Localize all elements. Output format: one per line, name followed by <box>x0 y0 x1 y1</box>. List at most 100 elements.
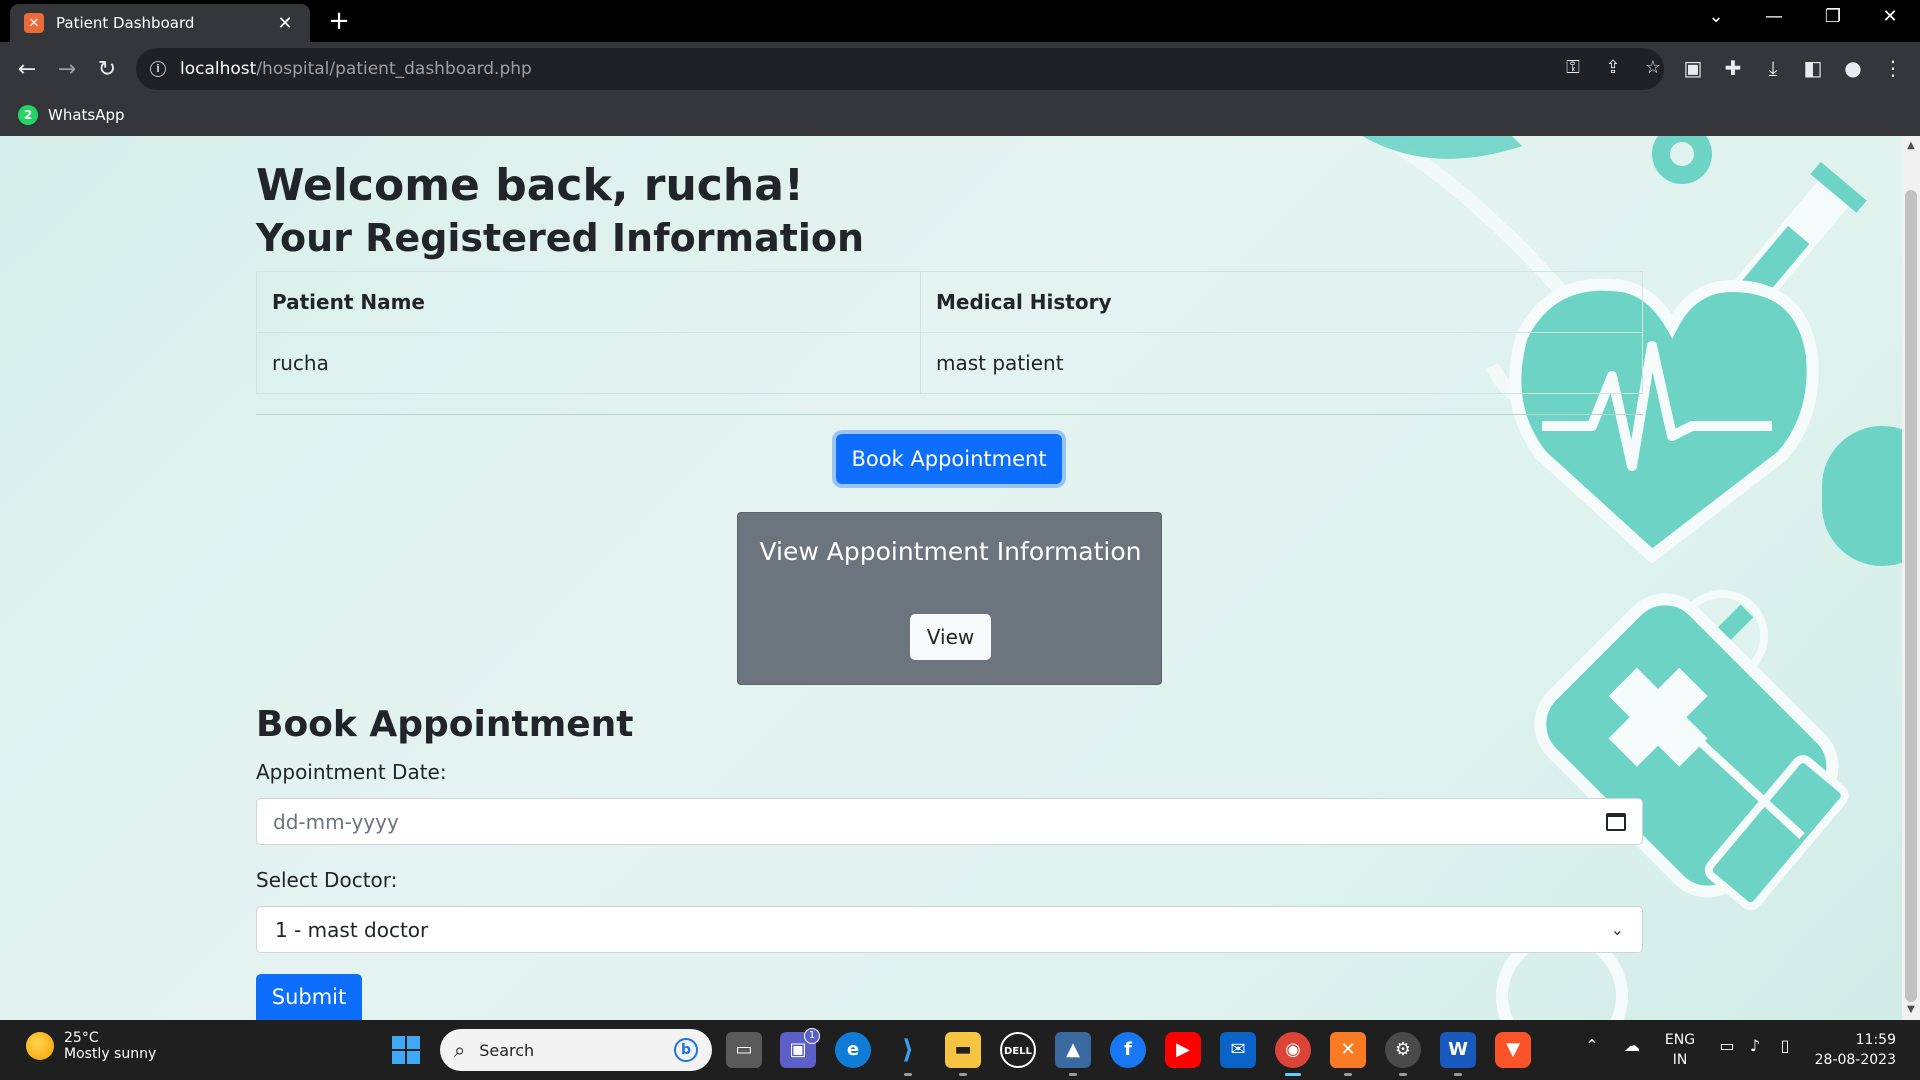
view-button[interactable]: View <box>910 614 991 660</box>
whatsapp-icon: 2 <box>18 105 38 125</box>
url-path: /hospital/patient_dashboard.php <box>256 59 532 79</box>
tab-title: Patient Dashboard <box>56 14 195 32</box>
language-indicator[interactable]: ENG IN <box>1660 1030 1700 1070</box>
tab-close-icon[interactable]: ✕ <box>274 13 296 34</box>
table-row: rucha mast patient <box>256 332 1643 394</box>
header-patient-name: Patient Name <box>256 271 921 333</box>
weather-desc: Mostly sunny <box>64 1046 157 1062</box>
battery-icon[interactable]: ▯ <box>1774 1036 1796 1055</box>
cell-patient-name: rucha <box>256 332 921 394</box>
bookmarks-bar: 2 WhatsApp <box>0 97 1920 136</box>
view-appointment-title: View Appointment Information <box>759 537 1142 566</box>
search-icon: ⌕ <box>454 1038 466 1062</box>
menu-kebab-icon[interactable]: ⋮ <box>1879 56 1907 80</box>
downloads-icon[interactable]: ⤓ <box>1759 56 1787 80</box>
system-clock[interactable]: 11:59 28-08-2023 <box>1810 1030 1896 1070</box>
calendar-icon[interactable] <box>1606 812 1626 831</box>
appointment-date-input[interactable]: dd-mm-yyyy <box>256 798 1643 845</box>
explorer-running-dot <box>959 1073 967 1076</box>
tab-search-chevron-icon[interactable]: ⌄ <box>1696 6 1736 27</box>
xampp-favicon-icon: ✕ <box>24 13 44 33</box>
section-divider <box>256 414 1643 415</box>
back-icon[interactable]: ← <box>11 54 43 86</box>
scroll-thumb[interactable] <box>1905 190 1917 1002</box>
bing-icon[interactable]: b <box>674 1038 698 1062</box>
brave-icon[interactable]: ▼ <box>1495 1032 1531 1068</box>
file-explorer-icon[interactable]: ▬ <box>945 1032 981 1068</box>
header-medical-history: Medical History <box>920 271 1643 333</box>
settings-running-dot <box>1399 1073 1407 1076</box>
page-scrollbar[interactable]: ▲ ▼ <box>1902 136 1920 1020</box>
dell-icon[interactable]: DELL <box>1000 1032 1036 1068</box>
page-viewport: Welcome back, rucha! Your Registered Inf… <box>0 136 1920 1020</box>
view-appointment-card: View Appointment Information View <box>737 512 1162 685</box>
profile-avatar-icon[interactable]: ● <box>1839 56 1867 80</box>
table-header-row: Patient Name Medical History <box>256 271 1643 333</box>
xampp-icon[interactable]: ✕ <box>1330 1032 1366 1068</box>
taskbar-search[interactable]: ⌕ Search b <box>440 1029 712 1071</box>
share-icon[interactable]: ⇪ <box>1600 57 1626 78</box>
word-icon[interactable]: W <box>1440 1032 1476 1068</box>
search-placeholder: Search <box>479 1040 535 1060</box>
windows-taskbar: 25°C Mostly sunny ⌕ Search b ▭ ▣ 1 e ⟩ ▬… <box>0 1020 1920 1080</box>
extension-b-icon[interactable]: ▣ <box>1679 56 1707 80</box>
forward-icon[interactable]: → <box>51 54 83 86</box>
book-appointment-button[interactable]: Book Appointment <box>836 434 1062 484</box>
weather-widget[interactable]: 25°C Mostly sunny <box>26 1030 156 1062</box>
bookmark-label: WhatsApp <box>48 106 125 124</box>
reload-icon[interactable]: ↻ <box>91 54 123 86</box>
chevron-down-icon: ⌄ <box>1610 920 1624 939</box>
medical-background-illustration <box>1362 136 1902 1020</box>
restore-icon[interactable]: ❐ <box>1813 6 1853 27</box>
bookmark-whatsapp[interactable]: 2 WhatsApp <box>18 105 125 125</box>
close-window-icon[interactable]: ✕ <box>1870 6 1910 27</box>
scroll-down-icon[interactable]: ▼ <box>1902 1004 1920 1015</box>
chrome-icon[interactable]: ◉ <box>1275 1032 1311 1068</box>
chrome-active-indicator <box>1285 1073 1301 1076</box>
url-host: localhost <box>180 59 257 79</box>
vscode-running-dot <box>904 1073 912 1076</box>
edge-icon[interactable]: e <box>835 1032 871 1068</box>
appointment-date-label: Appointment Date: <box>256 760 447 784</box>
doctor-selected-value: 1 - mast doctor <box>275 917 429 942</box>
scroll-up-icon[interactable]: ▲ <box>1902 140 1920 151</box>
doctor-select[interactable]: 1 - mast doctor ⌄ <box>256 906 1643 953</box>
key-icon[interactable]: ⚿ <box>1560 57 1586 78</box>
site-info-icon[interactable]: i <box>150 61 166 77</box>
patient-info-table: Patient Name Medical History rucha mast … <box>256 271 1643 394</box>
cell-medical-history: mast patient <box>920 332 1643 394</box>
bookmark-star-icon[interactable]: ☆ <box>1640 57 1666 78</box>
side-panel-icon[interactable]: ◧ <box>1799 56 1827 80</box>
volume-icon[interactable]: ♪ <box>1744 1036 1766 1055</box>
youtube-icon[interactable]: ▶ <box>1165 1032 1201 1068</box>
settings-gear-icon[interactable]: ⚙ <box>1385 1032 1421 1068</box>
submit-button[interactable]: Submit <box>256 974 362 1020</box>
weather-sun-icon <box>26 1032 54 1060</box>
vscode-icon[interactable]: ⟩ <box>890 1032 926 1068</box>
network-icon[interactable]: ▭ <box>1716 1036 1738 1055</box>
region-code: IN <box>1672 1052 1688 1068</box>
mail-icon[interactable]: ✉ <box>1220 1032 1256 1068</box>
tab-strip: ✕ Patient Dashboard ✕ + ⌄ — ❐ ✕ <box>0 0 1920 42</box>
minimize-icon[interactable]: — <box>1754 6 1794 27</box>
clock-date: 28-08-2023 <box>1814 1052 1896 1068</box>
address-bar[interactable]: i localhost/hospital/patient_dashboard.p… <box>136 48 1664 90</box>
new-tab-button[interactable]: + <box>324 6 354 36</box>
tab-patient-dashboard[interactable]: ✕ Patient Dashboard ✕ <box>10 4 310 42</box>
photos-icon[interactable]: ▲ <box>1055 1032 1091 1068</box>
extensions-puzzle-icon[interactable]: ✚ <box>1719 56 1747 80</box>
book-appointment-heading: Book Appointment <box>256 704 634 745</box>
welcome-heading: Welcome back, rucha! <box>256 160 804 211</box>
word-running-dot <box>1454 1073 1462 1076</box>
registered-info-heading: Your Registered Information <box>256 216 865 260</box>
photos-running-dot <box>1069 1073 1077 1076</box>
date-placeholder: dd-mm-yyyy <box>273 809 399 834</box>
weather-temp: 25°C <box>64 1030 99 1046</box>
task-view-icon[interactable]: ▭ <box>726 1032 762 1068</box>
facebook-icon[interactable]: f <box>1110 1032 1146 1068</box>
select-doctor-label: Select Doctor: <box>256 868 398 892</box>
onedrive-cloud-icon[interactable]: ☁ <box>1620 1036 1644 1055</box>
windows-start-icon[interactable] <box>392 1036 420 1064</box>
tray-chevron-up-icon[interactable]: ⌃ <box>1582 1036 1602 1055</box>
clock-time: 11:59 <box>1855 1032 1896 1048</box>
